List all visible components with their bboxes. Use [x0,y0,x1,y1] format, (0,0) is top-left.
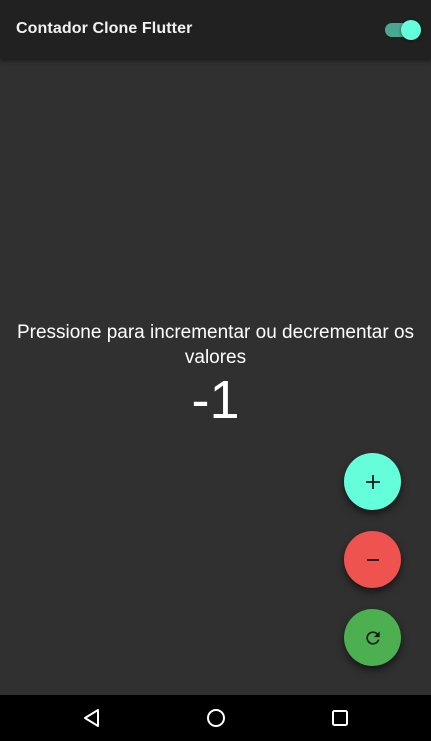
home-circle-icon [207,709,225,727]
system-navigation-bar [0,695,431,741]
theme-toggle-switch[interactable] [385,20,421,40]
switch-thumb [401,20,421,40]
nav-home-button[interactable] [204,706,228,730]
increment-button[interactable] [344,453,401,510]
nav-back-button[interactable] [80,706,104,730]
nav-recents-button[interactable] [328,706,352,730]
instruction-text: Pressione para incrementar ou decrementa… [16,322,415,368]
app-screen: Contador Clone Flutter Pressione para in… [0,0,431,741]
app-bar: Contador Clone Flutter [0,0,431,59]
app-title: Contador Clone Flutter [16,20,193,37]
minus-icon [366,558,379,561]
plus-icon [365,474,380,489]
decrement-button[interactable] [344,531,401,588]
main-content: Pressione para incrementar ou decrementa… [0,59,431,695]
reset-button[interactable] [344,609,401,666]
refresh-icon [365,630,380,645]
recents-square-icon [332,710,348,726]
counter-value: -1 [191,370,240,430]
back-triangle-icon [84,709,99,727]
